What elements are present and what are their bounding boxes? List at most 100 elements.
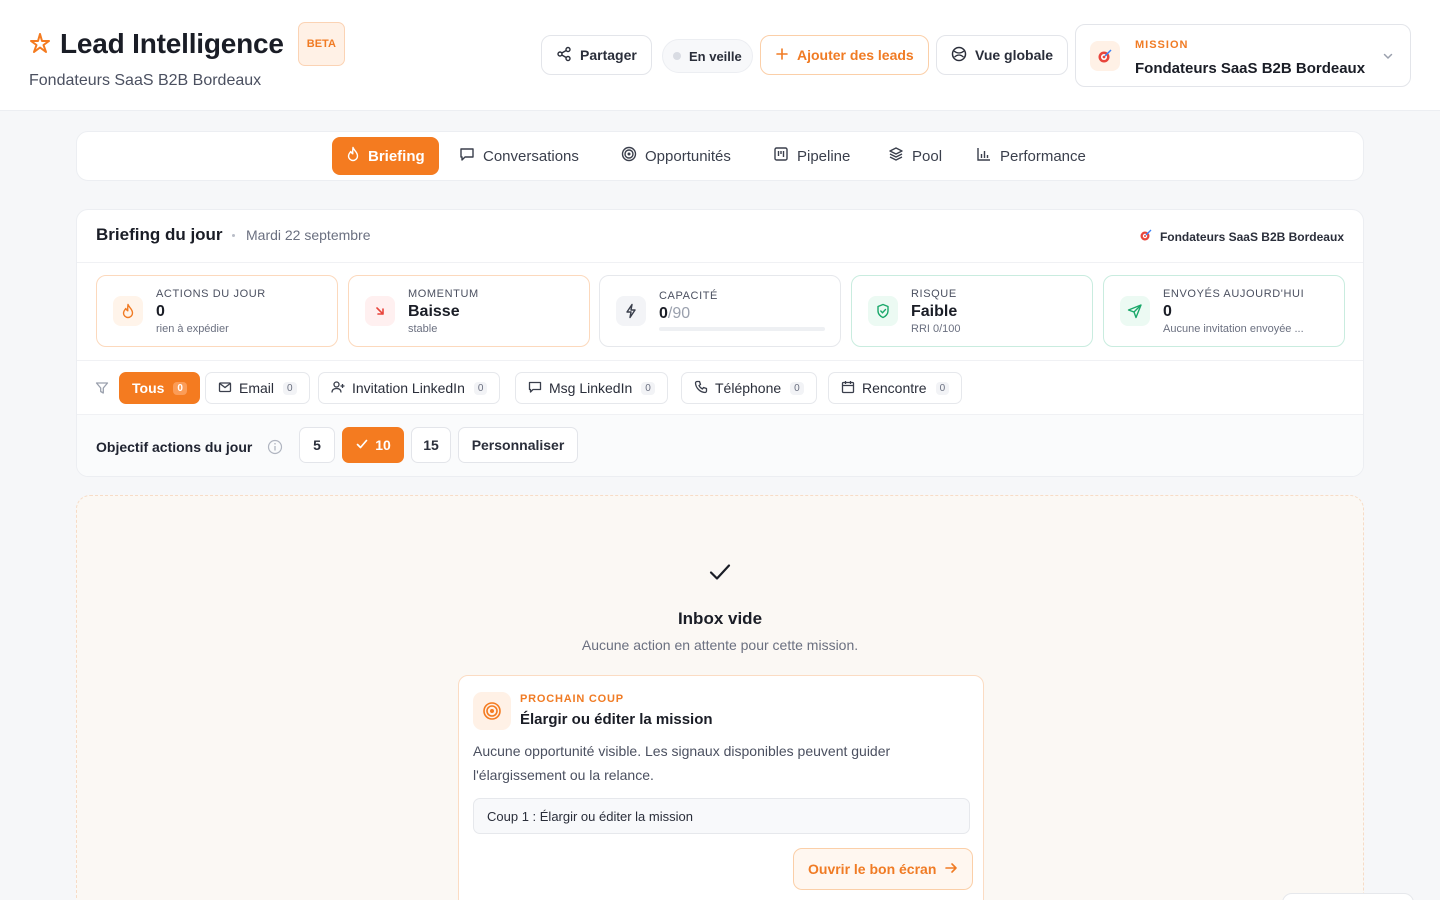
goal-option-10[interactable]: 10 — [342, 427, 404, 463]
filter-icon — [95, 381, 109, 400]
arrow-down-right-icon — [365, 296, 395, 326]
filter-label: Téléphone — [715, 380, 782, 396]
tab-briefing[interactable]: Briefing — [332, 137, 439, 175]
app-header: Lead Intelligence BETA Fondateurs SaaS B… — [0, 0, 1440, 111]
empty-inbox-panel: Inbox vide Aucune action en attente pour… — [76, 495, 1364, 900]
kpi-value: Faible — [911, 303, 958, 320]
tab-pipeline[interactable]: Pipeline — [759, 137, 864, 175]
send-icon — [1120, 296, 1150, 326]
arrow-right-icon — [936, 861, 958, 878]
phone-icon — [694, 380, 715, 397]
goal-option-5[interactable]: 5 — [299, 427, 335, 463]
add-leads-button[interactable]: Ajouter des leads — [760, 35, 929, 75]
kpi-sub: stable — [408, 323, 438, 335]
kpi-capacite: CAPACITÉ 0/90 — [599, 275, 841, 347]
filter-rencontre[interactable]: Rencontre 0 — [828, 372, 963, 404]
status-dot — [673, 52, 681, 60]
bolt-icon — [616, 296, 646, 326]
empty-title: Inbox vide — [677, 609, 763, 628]
dart-target-icon — [1090, 41, 1120, 71]
filter-email[interactable]: Email 0 — [205, 372, 310, 404]
filter-telephone[interactable]: Téléphone 0 — [681, 372, 817, 404]
briefing-mission-name: Fondateurs SaaS B2B Bordeaux — [1159, 229, 1344, 244]
goal-label: Objectif actions du jour — [96, 439, 253, 455]
mission-selector[interactable]: MISSION Fondateurs SaaS B2B Bordeaux — [1075, 24, 1411, 87]
customize-button[interactable]: Personnaliser — [458, 427, 578, 463]
filter-count: 0 — [790, 381, 804, 395]
kpi-sub: RRI 0/100 — [911, 323, 961, 335]
kpi-label: RISQUE — [911, 288, 957, 300]
briefing-date: Mardi 22 septembre — [246, 227, 371, 243]
kpi-sub: Aucune invitation envoyée ... — [1163, 323, 1304, 335]
separator-dot — [232, 234, 235, 237]
filter-label: Email — [239, 380, 275, 396]
chevron-down-icon — [1382, 49, 1394, 67]
next-move-step: Coup 1 : Élargir ou éditer la mission — [473, 798, 970, 834]
flame-icon — [113, 296, 143, 326]
filter-count: 0 — [173, 381, 187, 395]
kpi-value: 0/90 — [659, 305, 690, 323]
share-icon — [556, 46, 580, 65]
brand: Lead Intelligence BETA — [28, 22, 345, 66]
filter-count: 0 — [935, 381, 950, 395]
open-screen-button[interactable]: Ouvrir le bon écran — [793, 848, 974, 890]
filter-msg-linkedin[interactable]: Msg LinkedIn 0 — [515, 372, 668, 404]
add-leads-label: Ajouter des leads — [797, 47, 914, 63]
layers-icon — [888, 146, 912, 166]
user-plus-icon — [331, 380, 352, 397]
capacity-total: /90 — [667, 305, 691, 322]
tab-label: Pool — [912, 147, 943, 165]
filter-label: Msg LinkedIn — [549, 380, 633, 396]
tab-label: Performance — [1000, 147, 1086, 165]
beta-badge: BETA — [297, 22, 345, 66]
briefing-card: Briefing du jour Mardi 22 septembre Fond… — [76, 209, 1364, 477]
plus-icon — [775, 47, 797, 64]
tab-pool[interactable]: Pool — [874, 137, 956, 175]
filter-invitation-linkedin[interactable]: Invitation LinkedIn 0 — [318, 372, 501, 404]
kpi-value: Baisse — [408, 303, 460, 320]
share-button[interactable]: Partager — [541, 35, 652, 75]
tab-conversations[interactable]: Conversations — [445, 137, 593, 175]
next-move-card: PROCHAIN COUP Élargir ou éditer la missi… — [458, 675, 984, 900]
tab-label: Opportunités — [645, 147, 731, 165]
open-screen-label: Ouvrir le bon écran — [808, 861, 937, 877]
chat-icon — [528, 380, 549, 397]
kpi-momentum: MOMENTUM Baisse stable — [348, 275, 590, 347]
next-move-label: PROCHAIN COUP — [520, 693, 624, 705]
filter-tous[interactable]: Tous 0 — [119, 372, 200, 404]
goal-option-15[interactable]: 15 — [411, 427, 451, 463]
daily-goal-row: Objectif actions du jour 5 10 15 Personn… — [77, 414, 1363, 476]
filter-label: Tous — [132, 380, 165, 396]
bar-chart-icon — [976, 146, 1000, 166]
briefing-mission: Fondateurs SaaS B2B Bordeaux — [1139, 228, 1344, 245]
tab-label: Pipeline — [797, 147, 851, 165]
floating-widget[interactable] — [1282, 893, 1414, 900]
filter-row: Tous 0 Email 0 Invitation LinkedIn 0 Msg… — [77, 360, 1363, 414]
flame-icon — [346, 146, 368, 166]
tab-opportunites[interactable]: Opportunités — [607, 137, 745, 175]
sparkle-logo-icon — [28, 32, 52, 56]
dart-target-icon — [1139, 228, 1160, 245]
target-icon — [621, 146, 645, 166]
app-title: Lead Intelligence — [60, 28, 284, 59]
capacity-bar — [659, 327, 825, 331]
tab-performance[interactable]: Performance — [962, 137, 1100, 175]
kpi-label: ACTIONS DU JOUR — [156, 288, 266, 300]
filter-label: Rencontre — [862, 380, 927, 396]
kpi-value: 0 — [156, 303, 165, 320]
kanban-icon — [773, 146, 797, 166]
shield-check-icon — [868, 296, 898, 326]
tab-label: Conversations — [483, 147, 579, 165]
kpi-label: MOMENTUM — [408, 288, 479, 300]
info-icon[interactable] — [267, 439, 283, 460]
app-subtitle: Fondateurs SaaS B2B Bordeaux — [29, 72, 262, 89]
kpi-label: CAPACITÉ — [659, 290, 718, 302]
kpi-sub: rien à expédier — [156, 323, 229, 335]
standby-toggle[interactable]: En veille — [662, 39, 753, 73]
filter-label: Invitation LinkedIn — [352, 380, 465, 396]
global-view-label: Vue globale — [975, 47, 1054, 63]
divider — [77, 262, 1363, 263]
globe-icon — [951, 46, 975, 65]
filter-count: 0 — [283, 381, 297, 395]
global-view-button[interactable]: Vue globale — [936, 35, 1069, 75]
